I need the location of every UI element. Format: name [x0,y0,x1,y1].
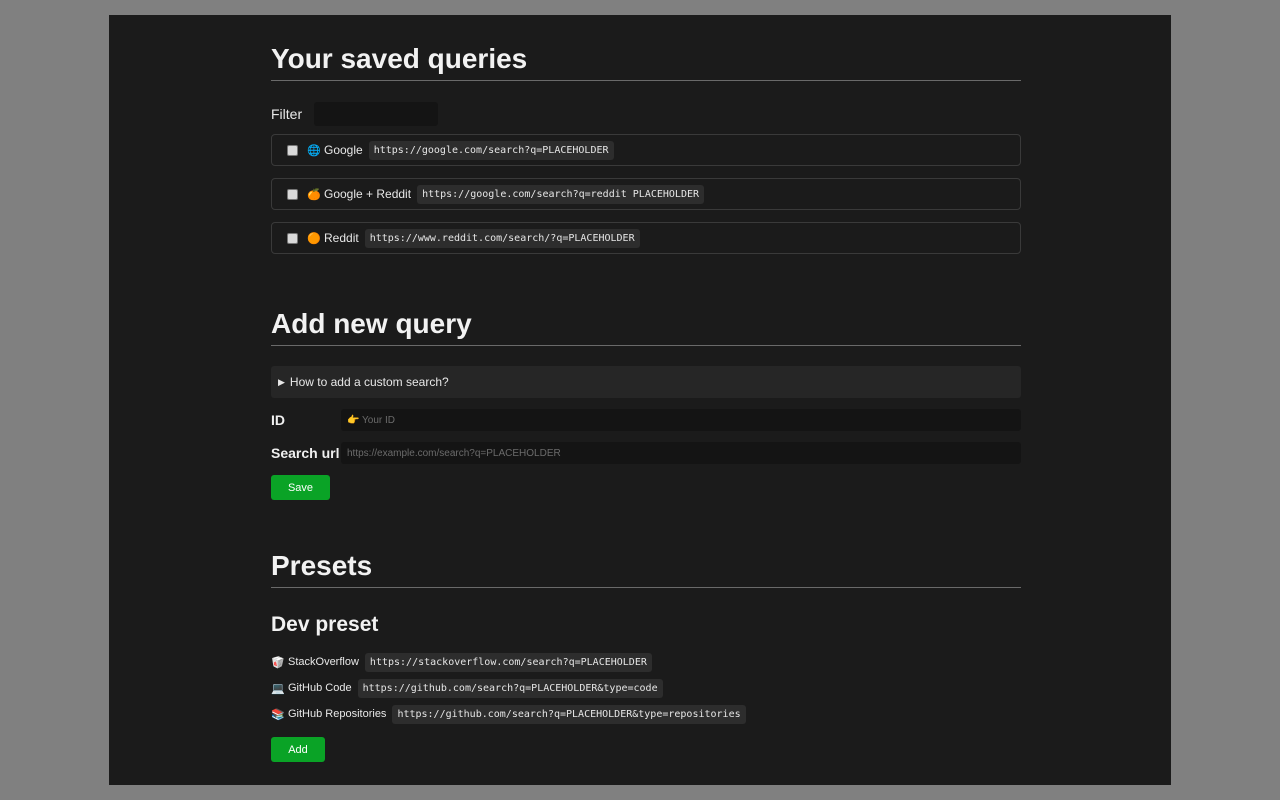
help-summary: How to add a custom search? [289,375,449,389]
id-input[interactable]: 👉 Your ID [341,409,1021,431]
search-url-input[interactable]: https://example.com/search?q=PLACEHOLDER [341,442,1021,464]
preset-list: 🥡 StackOverflow https://stackoverflow.co… [271,652,746,730]
preset-url: https://github.com/search?q=PLACEHOLDER&… [357,678,663,698]
saved-query-url: https://www.reddit.com/search/?q=PLACEHO… [364,228,640,248]
orange-circle-icon: 🟠 [307,232,321,245]
preset-item-stackoverflow: 🥡 StackOverflow https://stackoverflow.co… [271,652,746,672]
saved-query-checkbox[interactable] [287,188,298,200]
add-query-heading: Add new query [271,306,1021,346]
preset-title: Dev preset [271,613,379,636]
options-page: Your saved queries Filter 🌐 Google https… [109,15,1171,785]
disclosure-triangle-icon: ▶ [278,376,285,387]
takeout-box-icon: 🥡 [271,656,285,669]
id-label: ID [271,412,285,428]
orange-icon: 🍊 [307,188,321,201]
preset-name: StackOverflow [288,656,359,668]
preset-item-github-repositories: 📚 GitHub Repositories https://github.com… [271,704,746,724]
saved-query-google: 🌐 Google https://google.com/search?q=PLA… [271,134,1021,166]
saved-query-name: Google + Reddit [324,187,412,201]
saved-query-checkbox[interactable] [287,232,298,244]
filter-row: Filter [271,102,439,126]
preset-name: GitHub Code [288,682,352,694]
saved-query-google-reddit: 🍊 Google + Reddit https://google.com/sea… [271,178,1021,210]
laptop-icon: 💻 [271,682,285,695]
saved-query-name: Google [324,143,363,157]
filter-input[interactable] [314,102,439,126]
saved-query-checkbox[interactable] [287,144,298,156]
search-url-label: Search url [271,445,340,461]
help-disclosure[interactable]: ▶ How to add a custom search? [271,366,1021,398]
presets-heading: Presets [271,548,1021,588]
globe-icon: 🌐 [307,144,321,157]
url-row: Search url https://example.com/search?q=… [271,442,1021,464]
id-row: ID 👉 Your ID [271,409,1021,431]
saved-query-name: Reddit [324,231,359,245]
saved-query-reddit: 🟠 Reddit https://www.reddit.com/search/?… [271,222,1021,254]
filter-label: Filter [271,106,303,122]
save-button[interactable]: Save [271,475,330,500]
saved-query-url: https://google.com/search?q=PLACEHOLDER [368,140,614,160]
saved-queries-heading: Your saved queries [271,41,1021,81]
preset-item-github-code: 💻 GitHub Code https://github.com/search?… [271,678,746,698]
preset-url: https://stackoverflow.com/search?q=PLACE… [364,652,652,672]
saved-query-url: https://google.com/search?q=reddit PLACE… [417,184,705,204]
saved-queries-list: 🌐 Google https://google.com/search?q=PLA… [271,134,1021,266]
add-preset-button[interactable]: Add [271,737,325,762]
preset-url: https://github.com/search?q=PLACEHOLDER&… [392,704,746,724]
preset-name: GitHub Repositories [288,708,387,720]
books-icon: 📚 [271,708,285,721]
